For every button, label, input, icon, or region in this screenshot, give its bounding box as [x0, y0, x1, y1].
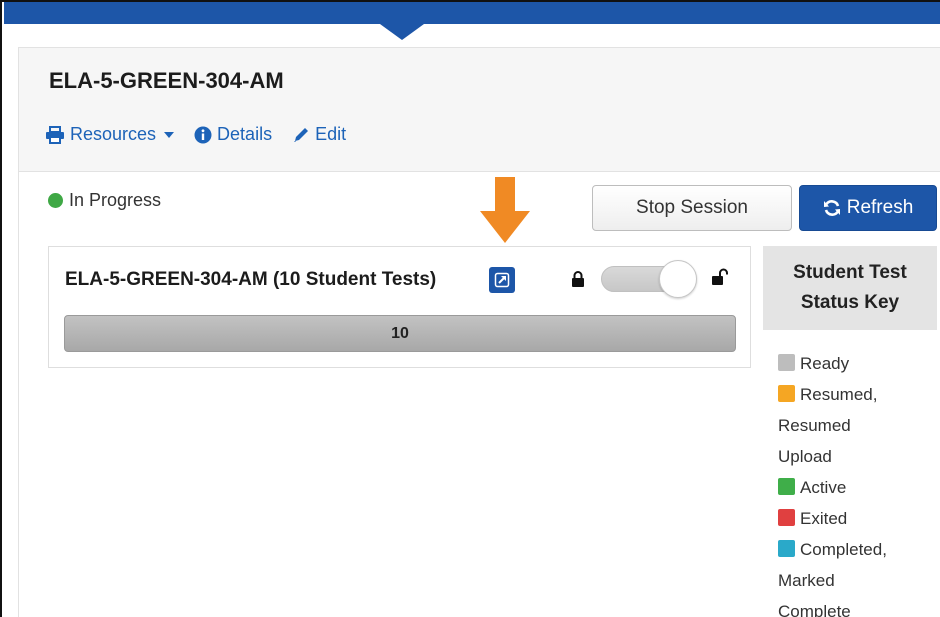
refresh-button[interactable]: Refresh: [799, 185, 937, 231]
student-progress-bar[interactable]: 10: [64, 315, 736, 352]
toggle-knob[interactable]: [659, 260, 697, 298]
test-group-card: ELA-5-GREEN-304-AM (10 Student Tests) 10: [48, 246, 751, 368]
lock-toggle[interactable]: [601, 260, 699, 298]
status-key-list: Ready Resumed, Resumed Upload Active Exi…: [778, 348, 887, 617]
printer-icon: [46, 125, 64, 144]
status-key-title-line1: Student Test: [793, 262, 907, 283]
session-actions: Resources Details Edit: [45, 124, 346, 145]
status-key-title-line2: Status Key: [800, 292, 900, 313]
swatch-completed: [778, 540, 795, 557]
top-navigation-bar: [4, 2, 940, 24]
swatch-active: [778, 478, 795, 495]
stop-session-button[interactable]: Stop Session: [592, 185, 792, 231]
resources-label: Resources: [70, 124, 157, 144]
session-status: In Progress: [48, 190, 161, 211]
info-icon: [194, 126, 212, 143]
lock-icon: [572, 271, 584, 287]
details-label: Details: [217, 124, 273, 144]
edit-link[interactable]: Edit: [292, 124, 346, 145]
active-tab-pointer: [380, 24, 424, 40]
swatch-exited: [778, 509, 795, 526]
swatch-resumed: [778, 385, 795, 402]
details-link[interactable]: Details: [194, 124, 272, 145]
annotation-arrow-down-icon: [480, 177, 530, 243]
key-label: Active: [800, 478, 847, 497]
key-item-active: Active: [778, 472, 887, 503]
key-label-line3: Upload: [778, 447, 832, 466]
session-header: ELA-5-GREEN-304-AM Resources Details Edi…: [19, 48, 940, 172]
status-label: In Progress: [69, 190, 162, 210]
external-link-icon: [494, 272, 510, 288]
chevron-down-icon: [164, 131, 175, 138]
status-dot-icon: [48, 193, 63, 208]
refresh-icon: [823, 200, 840, 216]
key-item-completed: Completed, Marked Complete: [778, 534, 887, 617]
key-label-line3: Complete: [778, 602, 851, 617]
pencil-icon: [294, 127, 309, 142]
key-item-exited: Exited: [778, 503, 887, 534]
key-label: Resumed,: [800, 385, 878, 404]
test-group-title: ELA-5-GREEN-304-AM (10 Student Tests): [65, 269, 437, 290]
key-label-line2: Resumed: [778, 416, 851, 435]
open-test-group-button[interactable]: [489, 267, 515, 293]
edit-label: Edit: [315, 124, 347, 144]
status-key-panel: Student Test Status Key Ready Resumed, R…: [763, 246, 940, 617]
progress-count: 10: [391, 324, 409, 342]
resources-dropdown[interactable]: Resources: [45, 124, 175, 145]
key-label: Ready: [800, 354, 850, 373]
key-item-ready: Ready: [778, 348, 887, 379]
key-label: Exited: [800, 509, 848, 528]
session-title: ELA-5-GREEN-304-AM: [49, 68, 284, 93]
key-label-line2: Marked: [778, 571, 835, 590]
swatch-ready: [778, 354, 795, 371]
status-key-title: Student Test Status Key: [763, 246, 937, 330]
unlock-icon: [712, 268, 728, 285]
key-label: Completed,: [800, 540, 887, 559]
refresh-label: Refresh: [846, 197, 914, 218]
app-frame: ELA-5-GREEN-304-AM Resources Details Edi…: [0, 0, 940, 617]
key-item-resumed: Resumed, Resumed Upload: [778, 379, 887, 472]
